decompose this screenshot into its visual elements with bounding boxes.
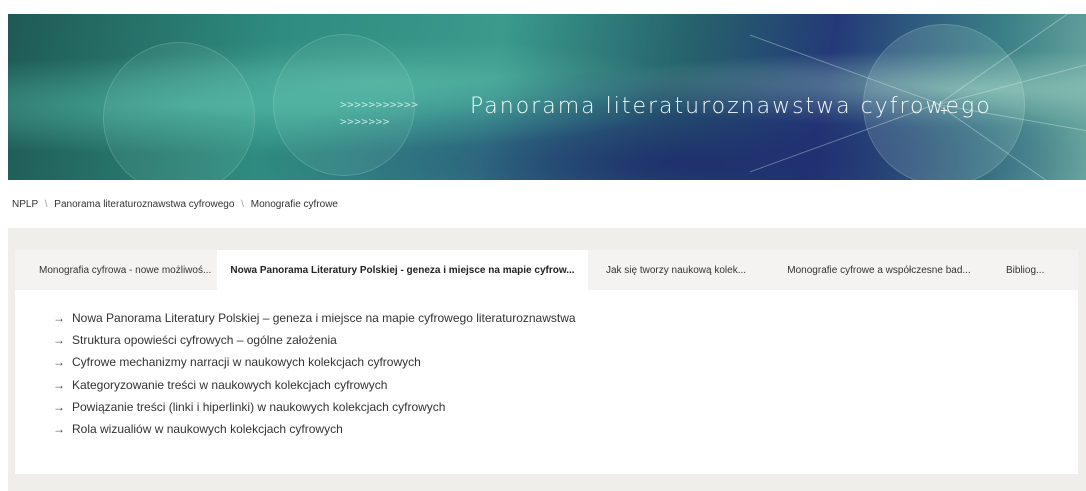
banner-arrows-line: >>>>>>>>>>>: [340, 98, 419, 111]
arrow-right-icon: →: [53, 355, 65, 370]
banner-arrows-line: >>>>>>>: [340, 115, 390, 128]
list-item[interactable]: → Powiązanie treści (linki i hiperlinki) …: [53, 396, 576, 418]
list-item[interactable]: → Kategoryzowanie treści w naukowych kole…: [53, 374, 576, 396]
banner-title: Panorama literaturoznawstwa cyfrowego: [470, 94, 992, 119]
header-banner: >>>>>>>>>>> >>>>>>> Panorama literaturoz…: [8, 14, 1086, 180]
list-item-label: Powiązanie treści (linki i hiperlinki) w…: [72, 399, 446, 414]
plus-icon: +: [940, 102, 949, 118]
tab-nowa-panorama[interactable]: Nowa Panorama Literatury Polskiej - gene…: [217, 250, 588, 290]
arrow-right-icon: →: [53, 399, 65, 414]
list-item-label: Struktura opowieści cyfrowych – ogólne z…: [72, 333, 337, 348]
breadcrumb-link-home[interactable]: NPLP: [12, 199, 38, 210]
list-item-label: Cyfrowe mechanizmy narracji w naukowych …: [72, 355, 421, 370]
list-item[interactable]: → Struktura opowieści cyfrowych – ogólne …: [53, 329, 576, 351]
breadcrumb-current: Monografie cyfrowe: [250, 199, 338, 210]
breadcrumb-separator: \: [44, 199, 48, 210]
banner-arrows: >>>>>>>>>>> >>>>>>>: [340, 96, 418, 130]
list-item[interactable]: → Nowa Panorama Literatury Polskiej – gen…: [53, 307, 576, 329]
list-item-label: Kategoryzowanie treści w naukowych kolek…: [72, 377, 388, 392]
tab-monografia-cyfrowa[interactable]: Monografia cyfrowa - nowe możliwoś...: [15, 250, 217, 290]
arrow-right-icon: →: [53, 377, 65, 392]
arrow-right-icon: →: [53, 421, 65, 436]
breadcrumb-link-panorama[interactable]: Panorama literaturoznawstwa cyfrowego: [54, 199, 234, 210]
list-item-label: Rola wizualiów w naukowych kolekcjach cy…: [72, 421, 343, 436]
tab-monografie-cyfrowe[interactable]: Monografie cyfrowe a współczesne bad...: [764, 250, 994, 290]
tab-bibliografia[interactable]: Bibliog...: [994, 250, 1078, 290]
arrow-right-icon: →: [53, 333, 65, 348]
list-item[interactable]: → Rola wizualiów w naukowych kolekcjach c…: [53, 418, 576, 440]
breadcrumb: NPLP \ Panorama literaturoznawstwa cyfro…: [12, 199, 338, 210]
tab-bar: Monografia cyfrowa - nowe możliwoś... No…: [15, 250, 1078, 290]
tab-jak-sie-tworzy[interactable]: Jak się tworzy naukową kolek...: [588, 250, 764, 290]
tab-content: → Nowa Panorama Literatury Polskiej – gen…: [15, 290, 1078, 474]
arrow-right-icon: →: [53, 311, 65, 325]
decorative-circle: [103, 42, 255, 180]
breadcrumb-separator: \: [241, 199, 244, 210]
list-item[interactable]: → Cyfrowe mechanizmy narracji w naukowych…: [53, 351, 576, 373]
chapter-list: → Nowa Panorama Literatury Polskiej – gen…: [53, 307, 576, 440]
list-item-label: Nowa Panorama Literatury Polskiej – gene…: [72, 311, 576, 325]
